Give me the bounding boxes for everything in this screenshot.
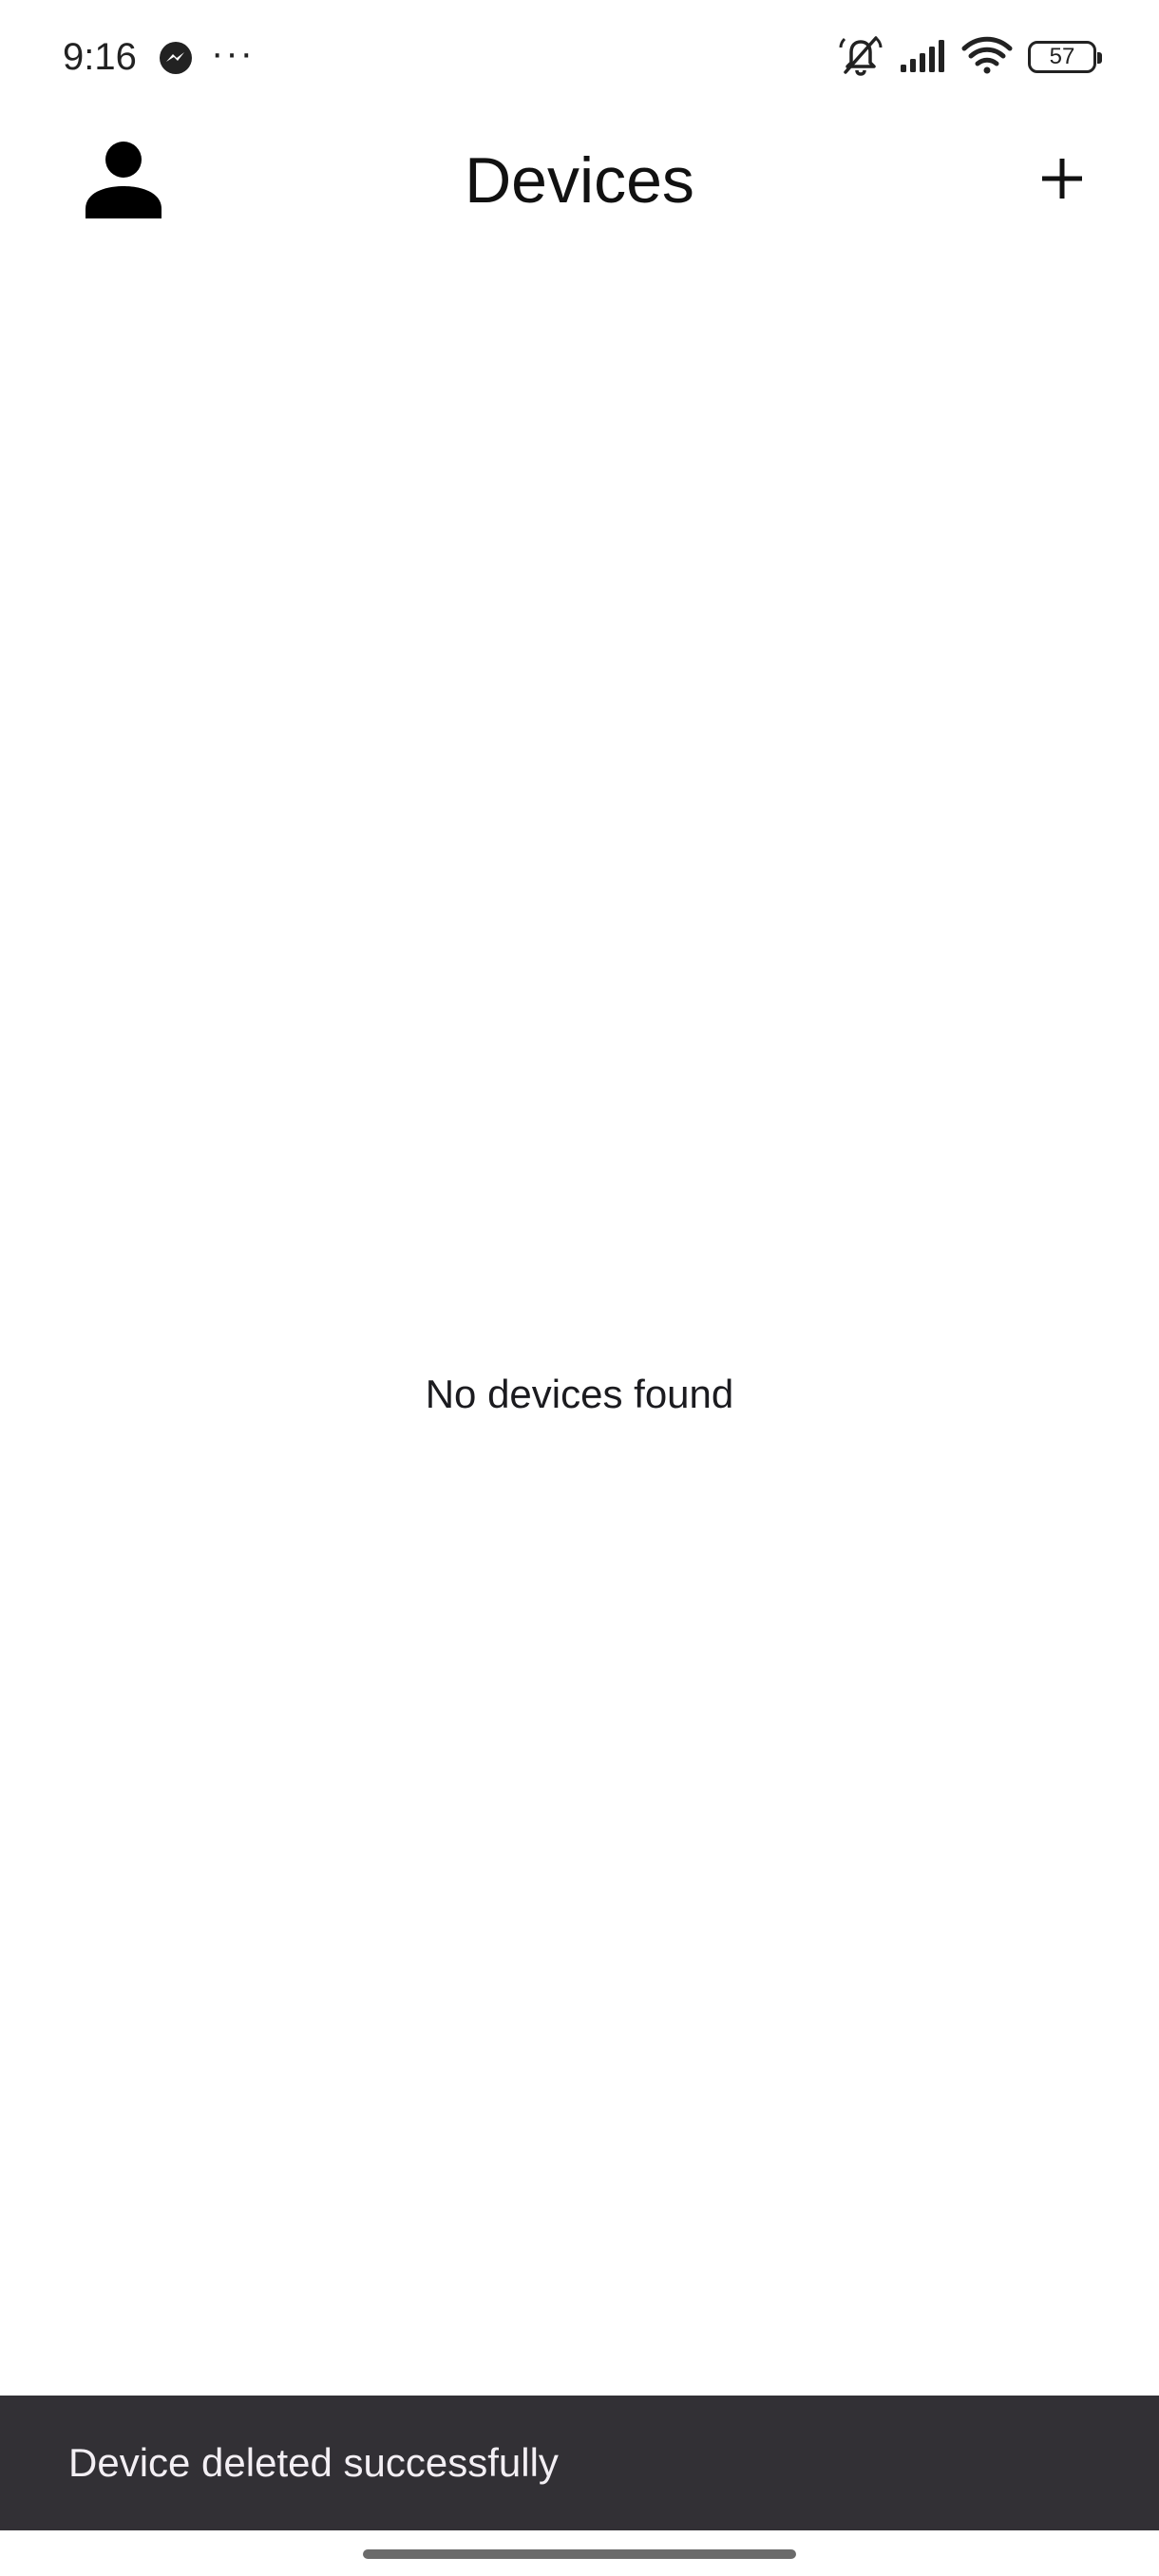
more-notifications-indicator: ··· [211,32,255,74]
signal-icon [899,38,946,77]
bell-off-icon [838,34,884,81]
snackbar: Device deleted successfully [0,2396,1159,2530]
app-bar: Devices [0,114,1159,242]
messenger-icon [158,40,194,76]
home-indicator[interactable] [363,2549,796,2559]
add-device-button[interactable] [1016,135,1108,226]
battery-level: 57 [1049,44,1075,69]
status-bar: 9:16 ··· 57 [0,0,1159,114]
page-title: Devices [465,144,694,217]
snackbar-message: Device deleted successfully [68,2440,559,2485]
empty-state-message: No devices found [425,1372,734,1416]
battery-icon: 57 [1028,41,1102,73]
plus-icon [1039,156,1085,206]
status-time: 9:16 [63,36,137,78]
wifi-icon [961,36,1013,79]
status-icons: 57 [838,34,1102,81]
